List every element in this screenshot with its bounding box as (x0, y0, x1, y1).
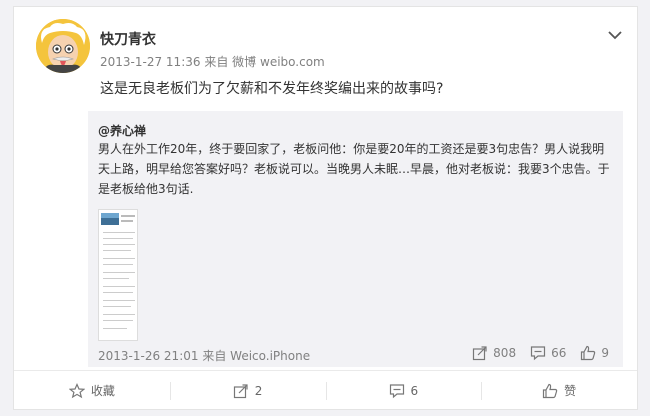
thumbs-up-icon (581, 345, 596, 361)
original-timestamp[interactable]: 2013-1-26 21:01 (98, 349, 199, 363)
reposted-content: @养心禅 男人在外工作20年，终于要回家了，老板问他：你是要20年的工资还是要3… (88, 111, 623, 367)
share-icon (473, 346, 487, 361)
favorite-label: 收藏 (90, 384, 115, 398)
attached-image-thumbnail[interactable] (98, 209, 138, 341)
comment-icon (530, 346, 546, 361)
original-source-name[interactable]: Weico.iPhone (230, 349, 310, 363)
comment-count: 6 (410, 383, 419, 398)
original-repost-button[interactable]: 808 (472, 345, 516, 361)
original-like-button[interactable]: 9 (580, 345, 609, 361)
post-action-bar: 收藏 2 6 赞 (14, 370, 637, 410)
username[interactable]: 快刀青衣 (100, 29, 156, 49)
repost-count: 2 (254, 383, 263, 398)
original-author[interactable]: @养心禅 (98, 122, 146, 139)
weibo-post-card: 快刀青衣 2013-1-27 11:36 来自 微博 weibo.com 这是无… (13, 6, 638, 410)
original-source-prefix: 来自 (202, 349, 227, 363)
share-icon (233, 383, 248, 398)
chevron-down-icon[interactable] (607, 27, 623, 43)
user-avatar[interactable] (36, 19, 90, 73)
source-prefix: 来自 (204, 55, 229, 69)
einstein-avatar-icon (36, 19, 90, 73)
like-button[interactable]: 赞 (481, 371, 637, 410)
star-icon (68, 382, 85, 398)
post-text: 这是无良老板们为了欠薪和不发年终奖编出来的故事吗? (100, 81, 444, 97)
source-name[interactable]: 微博 (232, 55, 256, 69)
comment-icon (389, 383, 404, 398)
document-image (101, 213, 135, 329)
source-url[interactable]: weibo.com (260, 55, 325, 69)
original-actions: 808 66 9 (458, 345, 609, 361)
favorite-button[interactable]: 收藏 (14, 371, 170, 410)
original-repost-count: 808 (493, 346, 517, 360)
thumbs-up-icon (543, 383, 558, 398)
post-meta: 2013-1-27 11:36 来自 微博 weibo.com (100, 53, 325, 70)
original-meta: 2013-1-26 21:01 来自 Weico.iPhone (98, 347, 310, 364)
original-comment-count: 66 (551, 346, 567, 360)
repost-button[interactable]: 2 (169, 371, 326, 410)
comment-button[interactable]: 6 (325, 371, 482, 410)
like-label: 赞 (564, 384, 577, 398)
original-text: 男人在外工作20年，终于要回家了，老板问他：你是要20年的工资还是要3句忠告？男… (98, 142, 610, 196)
original-like-count: 9 (601, 346, 609, 360)
original-comment-button[interactable]: 66 (530, 345, 566, 361)
post-timestamp[interactable]: 2013-1-27 11:36 (100, 55, 201, 69)
